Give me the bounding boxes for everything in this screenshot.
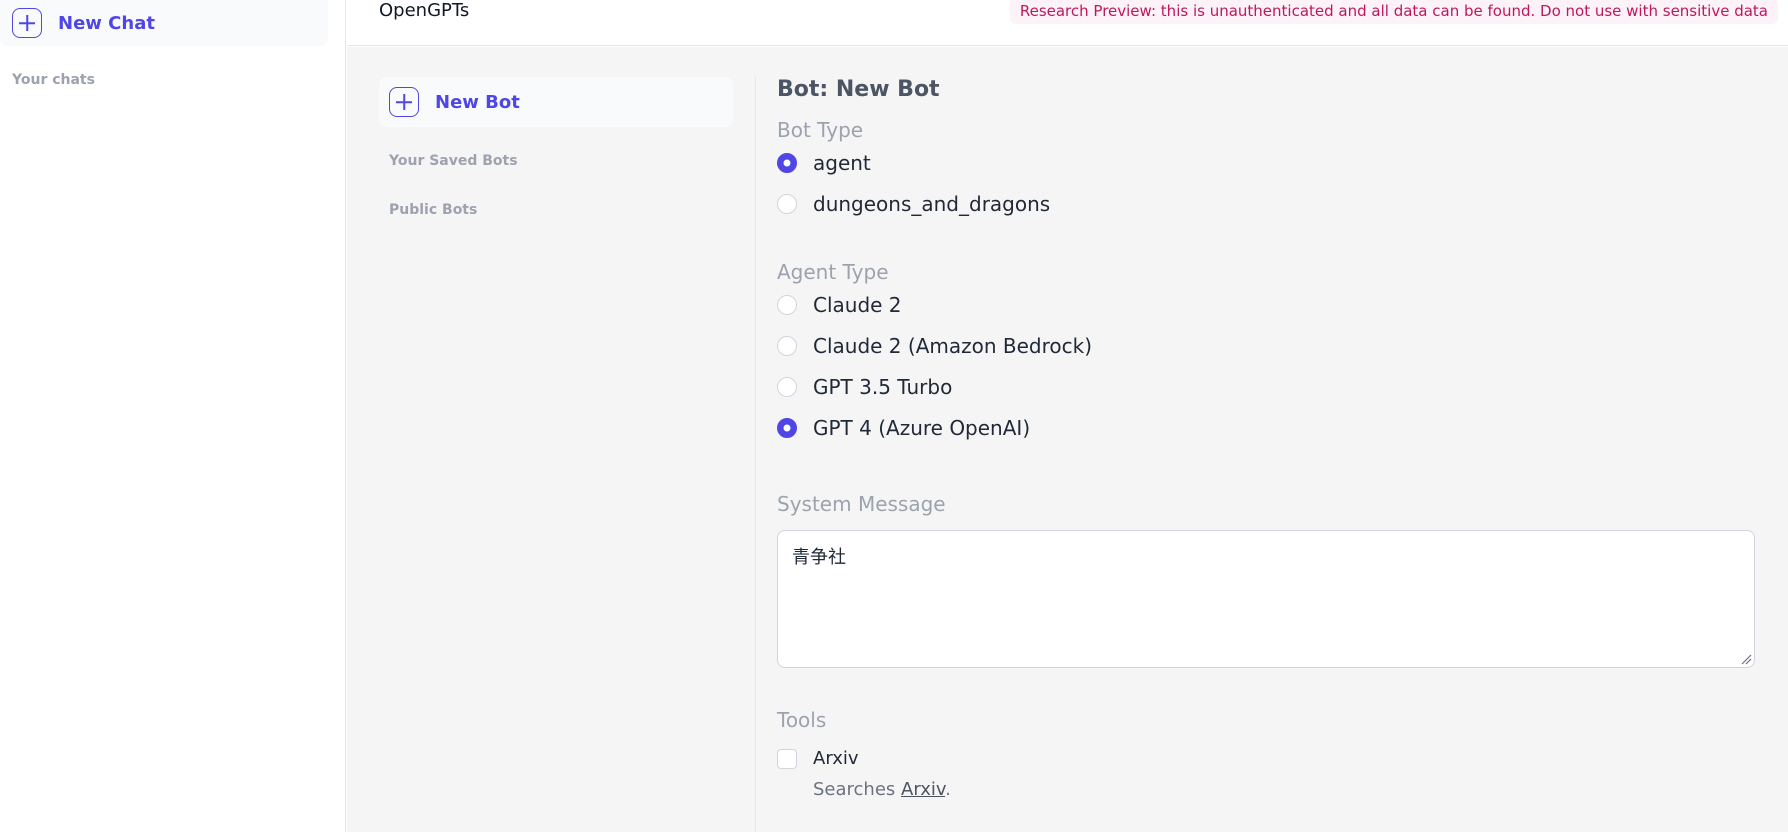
new-chat-button[interactable]: New Chat	[0, 0, 328, 46]
radio-claude-2[interactable]	[777, 294, 797, 315]
tool-label: Arxiv	[813, 748, 859, 769]
new-bot-button[interactable]: New Bot	[379, 77, 733, 127]
system-message-label: System Message	[777, 492, 946, 516]
radio-claude-2-bedrock[interactable]	[777, 335, 797, 356]
radio-option-claude-2-bedrock[interactable]: Claude 2 (Amazon Bedrock)	[777, 325, 1756, 366]
radio-label: GPT 4 (Azure OpenAI)	[813, 415, 1031, 440]
system-message-textarea[interactable]: 青争社	[777, 530, 1755, 668]
radio-agent[interactable]	[777, 152, 797, 173]
public-bots-heading: Public Bots	[389, 202, 478, 218]
radio-dungeons-and-dragons[interactable]	[777, 193, 797, 214]
research-preview-banner: Research Preview: this is unauthenticate…	[1009, 0, 1778, 24]
app: New Chat Your chats OpenGPTs Research Pr…	[0, 0, 1788, 832]
new-bot-label: New Bot	[435, 91, 520, 113]
radio-label: agent	[813, 150, 871, 175]
radio-gpt-4-azure[interactable]	[777, 417, 797, 438]
your-chats-heading: Your chats	[12, 72, 95, 88]
plus-icon	[12, 8, 42, 38]
tool-option-arxiv[interactable]: Arxiv	[777, 748, 1756, 769]
radio-option-dungeons-and-dragons[interactable]: dungeons_and_dragons	[777, 183, 1756, 224]
checkbox-arxiv[interactable]	[777, 748, 797, 769]
sidebar: New Chat Your chats	[0, 0, 346, 832]
app-title: OpenGPTs	[379, 0, 470, 21]
resize-handle-icon[interactable]	[1740, 653, 1752, 665]
tool-description: Searches Arxiv.	[813, 779, 1756, 800]
arxiv-link[interactable]: Arxiv	[901, 779, 945, 800]
radio-label: GPT 3.5 Turbo	[813, 374, 953, 399]
radio-option-claude-2[interactable]: Claude 2	[777, 284, 1756, 325]
bot-type-label: Bot Type	[777, 118, 864, 142]
radio-label: dungeons_and_dragons	[813, 191, 1051, 216]
tools-label: Tools	[777, 708, 827, 732]
panel-divider	[755, 77, 756, 832]
bots-panel: New Bot Your Saved Bots Public Bots	[379, 77, 733, 218]
tool-desc-suffix: .	[945, 779, 951, 800]
bot-config-form: Bot: New Bot Bot Type agent dungeons_and…	[777, 77, 1756, 800]
form-title: Bot: New Bot	[777, 77, 940, 102]
radio-label: Claude 2	[813, 292, 902, 317]
saved-bots-heading: Your Saved Bots	[389, 153, 518, 169]
agent-type-label: Agent Type	[777, 260, 889, 284]
system-message-value: 青争社	[792, 547, 846, 568]
radio-option-gpt-35-turbo[interactable]: GPT 3.5 Turbo	[777, 366, 1756, 407]
tool-desc-prefix: Searches	[813, 779, 902, 800]
radio-gpt-35-turbo[interactable]	[777, 376, 797, 397]
plus-icon	[389, 87, 419, 117]
main-area: New Bot Your Saved Bots Public Bots Bot:…	[347, 47, 1788, 832]
radio-label: Claude 2 (Amazon Bedrock)	[813, 333, 1093, 358]
radio-option-gpt-4-azure[interactable]: GPT 4 (Azure OpenAI)	[777, 407, 1756, 448]
header: OpenGPTs Research Preview: this is unaut…	[347, 0, 1788, 46]
radio-option-agent[interactable]: agent	[777, 142, 1756, 183]
new-chat-label: New Chat	[58, 12, 155, 34]
